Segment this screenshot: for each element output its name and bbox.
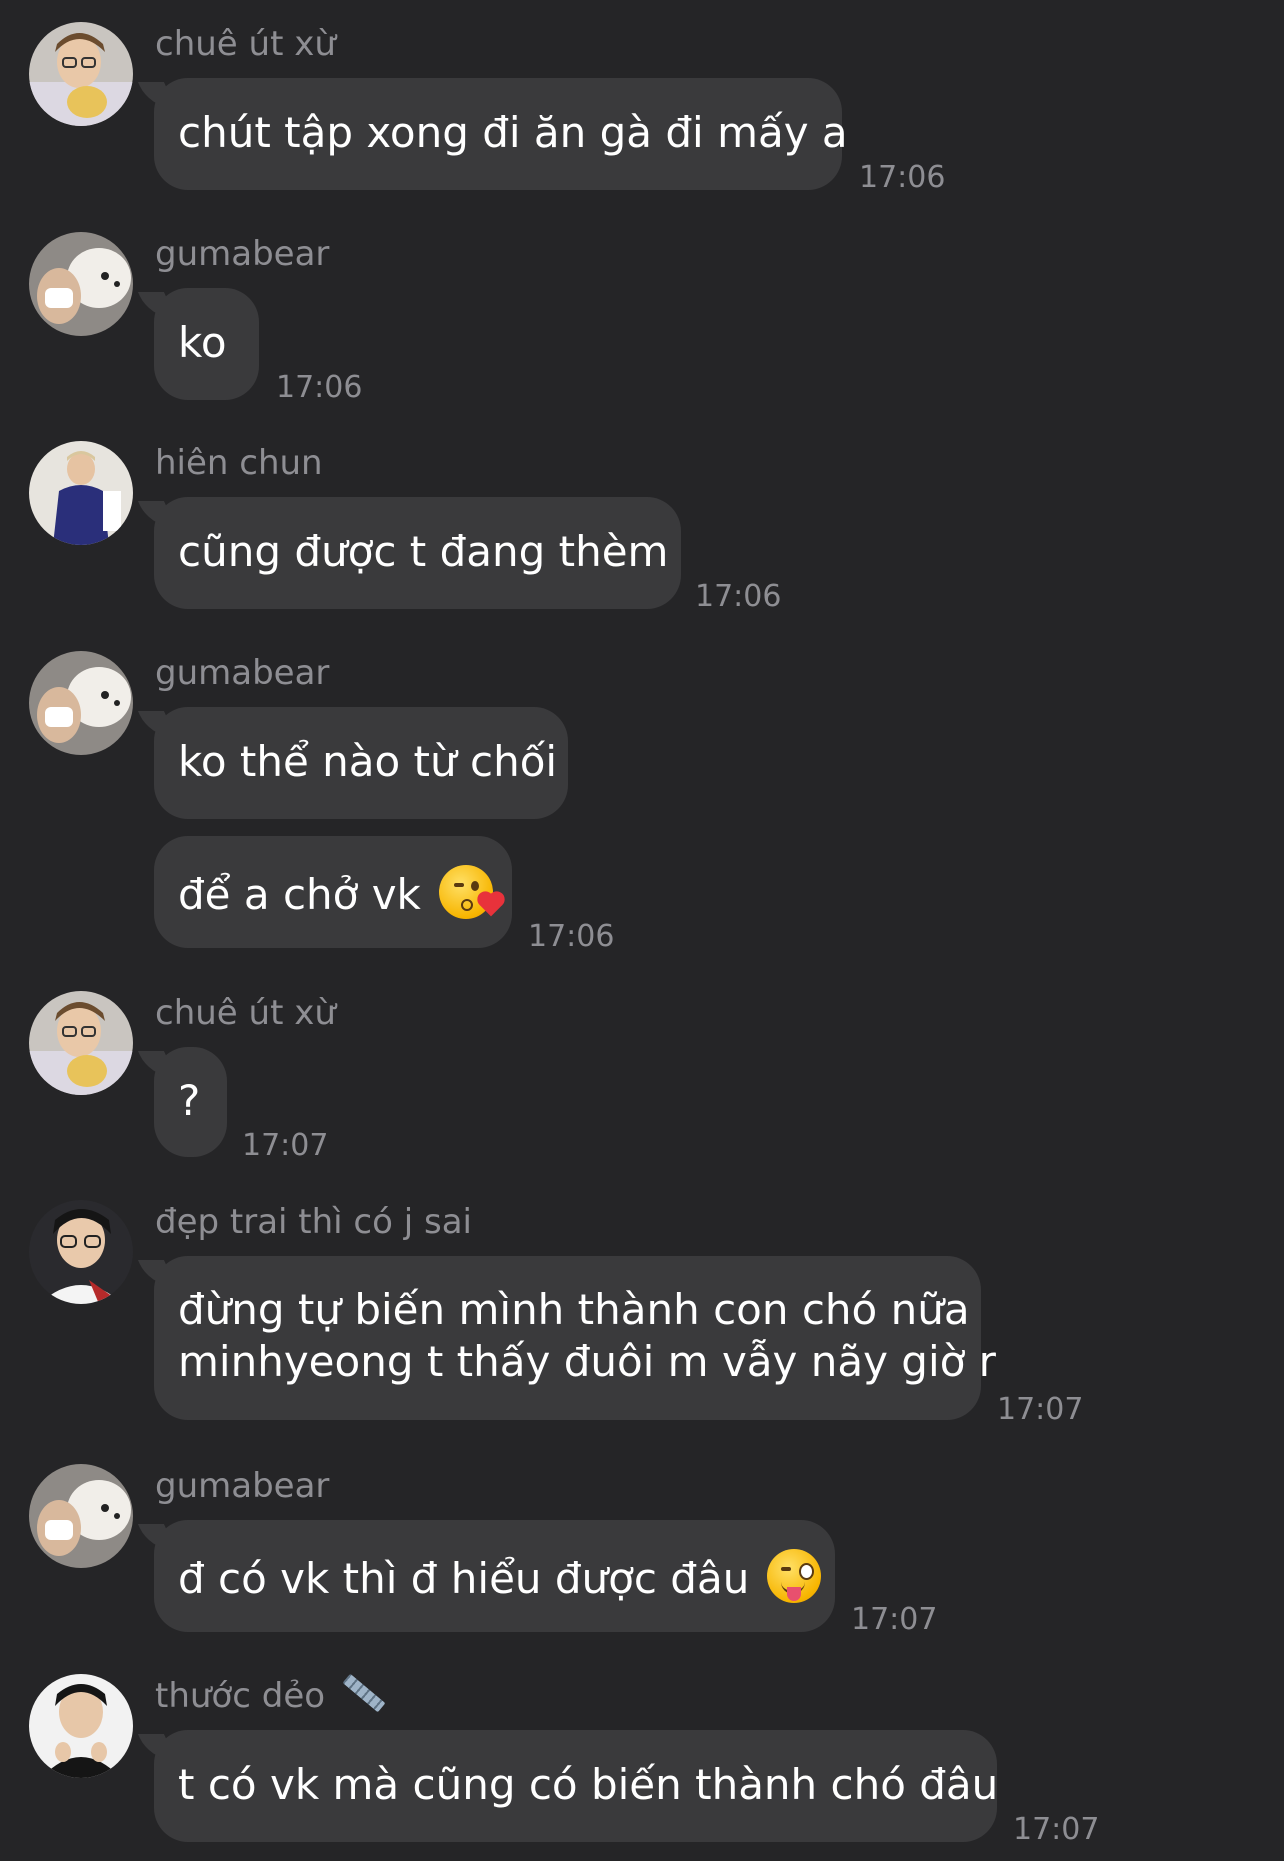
message-text: để a chở vk [178, 870, 421, 919]
avatar[interactable] [29, 22, 133, 126]
message-text: minhyeong t thấy đuôi m vẫy nãy giờ r [178, 1337, 996, 1386]
sender-name: thước dẻo [155, 1673, 387, 1716]
avatar[interactable] [29, 1674, 133, 1778]
sender-name: hiên chun [155, 443, 323, 483]
timestamp: 17:07 [242, 1128, 329, 1163]
message-bubble[interactable]: ko [154, 288, 259, 400]
message-bubble[interactable]: ? [154, 1047, 227, 1157]
message-bubble[interactable]: cũng được t đang thèm [154, 497, 681, 609]
message-text: đừng tự biến mình thành con chó nữa [178, 1285, 970, 1334]
message-bubble[interactable]: ko thể nào từ chối [154, 707, 568, 819]
timestamp: 17:07 [1013, 1812, 1100, 1847]
sender-name-text: thước dẻo [155, 1676, 326, 1716]
sender-name: gumabear [155, 234, 330, 274]
sender-name: chuê út xừ [155, 24, 336, 64]
avatar[interactable] [29, 1464, 133, 1568]
message-text: t có vk mà cũng có biến thành chó đâu [178, 1760, 999, 1809]
avatar[interactable] [29, 991, 133, 1095]
timestamp: 17:06 [276, 370, 363, 405]
timestamp: 17:07 [997, 1392, 1084, 1427]
message-bubble[interactable]: đừng tự biến mình thành con chó nữa minh… [154, 1256, 996, 1420]
timestamp: 17:07 [851, 1602, 938, 1637]
avatar[interactable] [29, 651, 133, 755]
message-text: cũng được t đang thèm [178, 527, 669, 576]
message-text: ko thể nào từ chối [178, 737, 558, 786]
sender-name: chuê út xừ [155, 993, 336, 1033]
timestamp: 17:06 [528, 919, 615, 954]
message-bubble[interactable]: đ có vk thì đ hiểu được đâu [154, 1520, 835, 1632]
timestamp: 17:06 [695, 579, 782, 614]
winking-face-tongue-icon [767, 1549, 822, 1603]
message-text: ko [178, 318, 227, 367]
message-bubble[interactable]: t có vk mà cũng có biến thành chó đâu [154, 1730, 999, 1842]
message-text: chút tập xong đi ăn gà đi mấy a [178, 108, 848, 157]
sender-name: gumabear [155, 653, 330, 693]
timestamp: 17:06 [859, 160, 946, 195]
avatar[interactable] [29, 441, 133, 545]
avatar[interactable] [29, 232, 133, 336]
message-text: đ có vk thì đ hiểu được đâu [178, 1554, 750, 1603]
sender-name: đẹp trai thì có j sai [155, 1202, 472, 1242]
avatar[interactable] [29, 1200, 133, 1304]
ruler-icon [342, 1673, 386, 1713]
sender-name: gumabear [155, 1466, 330, 1506]
message-bubble[interactable]: để a chở vk [154, 836, 512, 948]
face-blowing-kiss-icon [438, 865, 503, 919]
message-bubble[interactable]: chút tập xong đi ăn gà đi mấy a [154, 78, 848, 190]
message-text: ? [178, 1076, 201, 1125]
